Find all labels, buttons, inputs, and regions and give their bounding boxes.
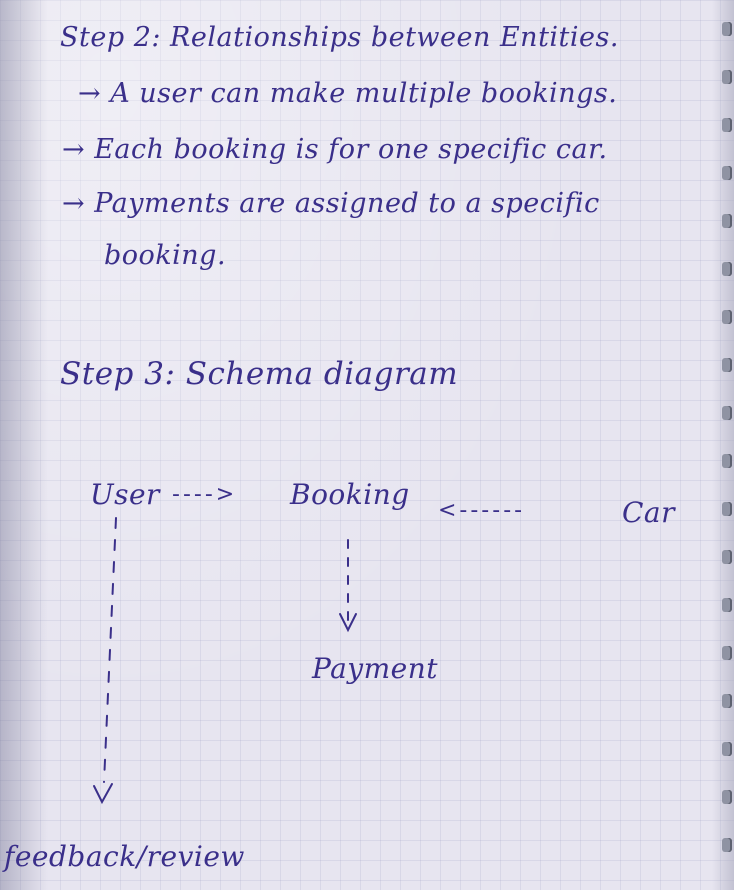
notebook-page: Step 2: Relationships between Entities. … — [0, 0, 734, 890]
arrowhead-feedback — [93, 783, 113, 805]
diagram-connectors — [93, 517, 357, 805]
connector-user-feedback — [103, 517, 117, 783]
